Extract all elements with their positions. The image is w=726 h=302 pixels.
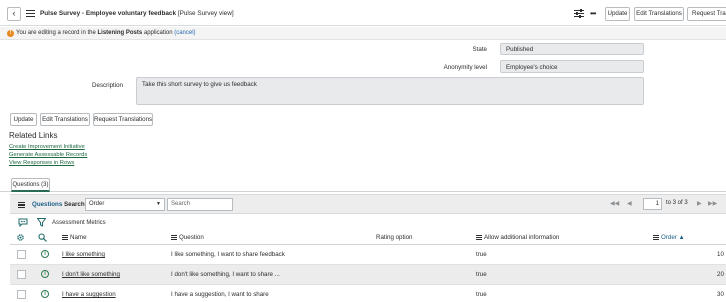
create-improvement-initiative-link[interactable]: Create Improvement Initiative (9, 144, 85, 150)
anonymity-level-field[interactable]: Employee's choice (500, 60, 644, 73)
row-order: 30 (717, 291, 724, 298)
row-order: 20 (717, 271, 724, 278)
search-icon[interactable] (38, 233, 47, 242)
next-page-icon[interactable]: ▶ (697, 200, 702, 207)
assessment-metrics-label: Assessment Metrics (52, 220, 106, 226)
list-tools-row: Assessment Metrics (10, 214, 726, 231)
tab-divider (0, 191, 726, 192)
row-checkbox[interactable] (17, 250, 26, 259)
table-row[interactable]: i I don't like something I don't like so… (10, 265, 726, 285)
tab-questions[interactable]: Questions (3) (11, 178, 50, 192)
list-toolbar: Questions Search Order ▼ Search ◀◀ ◀ 1 to… (10, 194, 726, 214)
row-allow-info: true (476, 271, 487, 278)
form-header: ‹ Pulse Survey - Employee voluntary feed… (0, 0, 726, 26)
header-request-translations-button[interactable]: Request Trans (687, 7, 726, 21)
table-row[interactable]: i I like something I like something, I w… (10, 245, 726, 265)
cancel-link[interactable]: (cancel) (174, 30, 195, 36)
record-title: Pulse Survey - Employee voluntary feedba… (40, 10, 177, 17)
row-name-link[interactable]: I like something (62, 251, 105, 258)
more-options-icon[interactable]: ••• (590, 9, 596, 18)
list-title[interactable]: Questions (32, 201, 62, 208)
chevron-left-icon: ‹ (12, 8, 16, 18)
first-page-icon[interactable]: ◀◀ (610, 200, 619, 207)
column-header-allow-additional-information[interactable]: Allow additional information (476, 234, 559, 241)
list-column-headers: Name Question Rating option Allow additi… (10, 231, 726, 245)
info-icon[interactable]: i (41, 270, 49, 278)
previous-page-icon[interactable]: ◀ (627, 200, 632, 207)
state-field[interactable]: Published (500, 43, 644, 55)
header-edit-translations-button[interactable]: Edit Translations (634, 7, 684, 21)
form-page: { "header": { "title": "Pulse Survey - E… (0, 0, 726, 302)
personalize-form-icon[interactable] (574, 9, 584, 18)
related-links-title: Related Links (9, 131, 58, 140)
state-label: State (472, 46, 487, 53)
search-label: Search (64, 201, 85, 208)
row-checkbox[interactable] (17, 270, 26, 279)
form-title: Pulse Survey - Employee voluntary feedba… (40, 10, 234, 17)
anonymity-level-label: Anonymity level (443, 64, 487, 71)
filter-icon[interactable] (37, 218, 46, 227)
row-allow-info: true (476, 251, 487, 258)
row-name-link[interactable]: I have a suggestion (62, 291, 116, 298)
column-header-rating-option[interactable]: Rating option (376, 234, 412, 241)
page-number-input[interactable]: 1 (643, 198, 662, 210)
description-field[interactable]: Take this short survey to give us feedba… (136, 77, 644, 105)
row-question: I like something, I want to share feedba… (171, 251, 285, 258)
row-order: 10 (717, 251, 724, 258)
list-menu-icon[interactable] (18, 202, 25, 208)
column-header-name[interactable]: Name (62, 234, 87, 241)
chevron-down-icon: ▼ (156, 201, 161, 207)
view-responses-in-rows-link[interactable]: View Responses in Rows (9, 160, 74, 166)
page-range: to 3 of 3 (666, 200, 688, 206)
row-question: I have a suggestion, I want to share (171, 291, 269, 298)
update-button[interactable]: Update (10, 113, 37, 126)
row-allow-info: true (476, 291, 487, 298)
column-header-order[interactable]: Order ▲ (653, 234, 685, 241)
back-button[interactable]: ‹ (7, 7, 21, 21)
column-menu-icon[interactable] (653, 234, 659, 240)
column-menu-icon[interactable] (171, 234, 177, 240)
list-search-input[interactable]: Search (167, 198, 233, 211)
hamburger-menu-icon[interactable] (26, 10, 35, 18)
last-page-icon[interactable]: ▶▶ (708, 200, 717, 207)
banner-message: You are editing a record in the Listenin… (16, 30, 196, 36)
description-label: Description (92, 82, 123, 89)
view-name: [Pulse Survey view] (177, 10, 234, 17)
info-icon[interactable]: i (41, 290, 49, 298)
info-icon[interactable]: i (41, 250, 49, 258)
info-banner: ! You are editing a record in the Listen… (0, 27, 726, 40)
row-question: I don't like something, I want to share … (171, 271, 280, 278)
edit-translations-button[interactable]: Edit Translations (40, 113, 90, 126)
table-row[interactable]: i I have a suggestion I have a suggestio… (10, 285, 726, 302)
gear-icon[interactable] (16, 233, 25, 242)
request-translations-button[interactable]: Request Translations (93, 113, 153, 126)
row-checkbox[interactable] (17, 290, 26, 299)
search-field-select[interactable]: Order ▼ (85, 198, 165, 211)
column-menu-icon[interactable] (62, 234, 68, 240)
column-header-question[interactable]: Question (171, 234, 204, 241)
row-name-link[interactable]: I don't like something (62, 271, 120, 278)
generate-assessable-records-link[interactable]: Generate Assessable Records (9, 152, 87, 158)
application-name: Listening Posts (97, 30, 143, 36)
header-update-button[interactable]: Update (605, 7, 630, 21)
comment-icon[interactable] (18, 218, 28, 227)
warning-icon: ! (7, 29, 14, 37)
column-menu-icon[interactable] (476, 234, 482, 240)
